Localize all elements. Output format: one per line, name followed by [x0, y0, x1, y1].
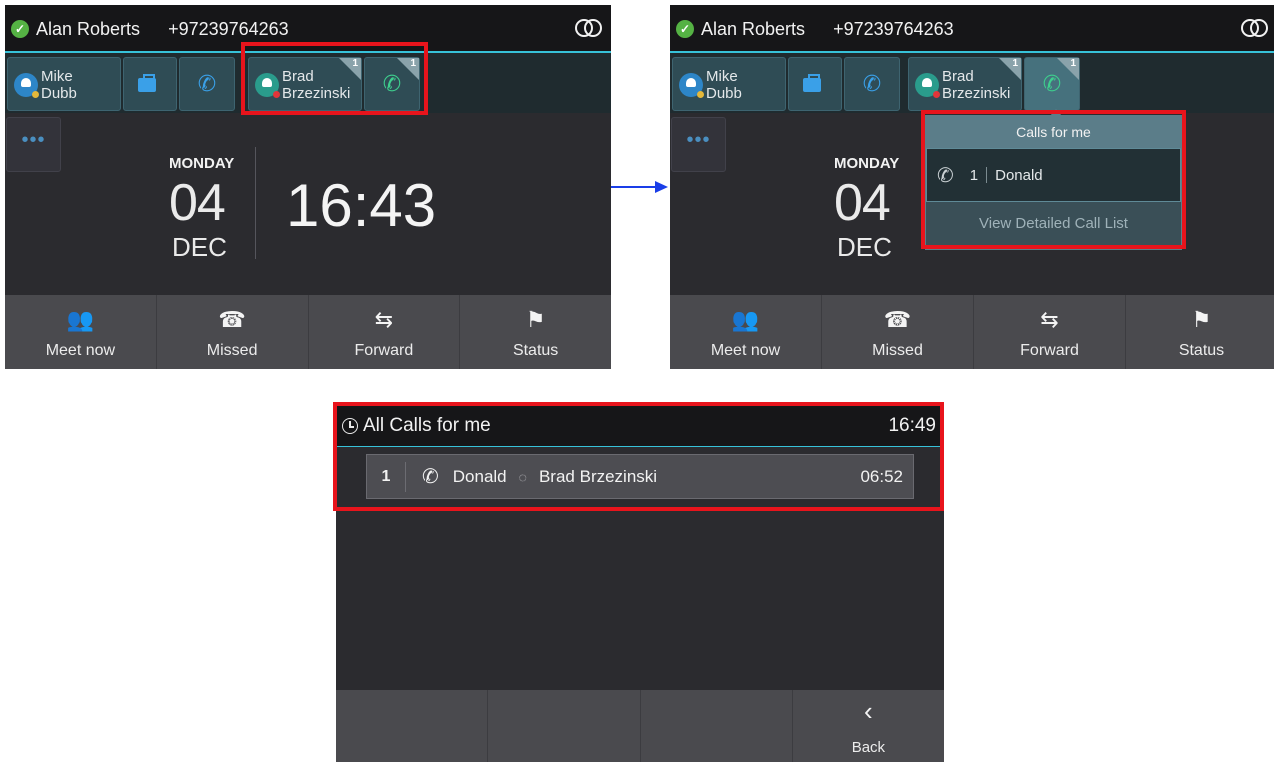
softkey-bar: ‹ Back	[336, 690, 944, 762]
softkey-missed[interactable]: ☎ Missed	[822, 295, 974, 369]
contact-tile-mike-dubb[interactable]: Mike Dubb	[672, 57, 786, 111]
softkey-back[interactable]: ‹ Back	[793, 690, 944, 762]
contact-tile-briefcase[interactable]	[788, 57, 842, 111]
more-button[interactable]: •••	[6, 117, 61, 172]
presence-away-icon	[32, 91, 39, 98]
missed-call-icon: ☎	[218, 307, 246, 332]
contact-tile-mike-dubb[interactable]: Mike Dubb	[7, 57, 121, 111]
clock-time: 16:43	[286, 172, 437, 239]
meet-now-icon: 👥	[66, 307, 95, 332]
contact-tile-brad-brzezinski[interactable]: Brad Brzezinski 1	[908, 57, 1022, 111]
missed-call-icon: ☎	[883, 307, 912, 332]
softkey-empty-3	[641, 690, 793, 762]
flag-icon: ⚑	[525, 307, 546, 332]
transition-arrowhead	[655, 181, 668, 193]
softkey-empty-1	[336, 690, 489, 762]
user-phone-number: +97239764263	[833, 18, 954, 39]
briefcase-icon	[803, 74, 821, 92]
user-name: Alan Roberts	[701, 18, 806, 39]
softkey-bar: 👥 Meet now ☎ Missed ⇆ Forward ⚑ Status	[5, 295, 611, 369]
clock-date: 04	[169, 174, 226, 232]
clock-date: 04	[834, 174, 891, 232]
contact-badge-count: 1	[1012, 58, 1018, 69]
status-bar: ✓ Alan Roberts +97239764263	[670, 5, 1274, 53]
contact-tile-call[interactable]: ✆	[179, 57, 235, 111]
link-rings-icon[interactable]	[575, 19, 603, 39]
flag-icon: ⚑	[1191, 307, 1212, 332]
presence-available-icon: ✓	[676, 20, 694, 38]
highlight-box-call-list	[333, 402, 944, 511]
meet-now-icon: 👥	[731, 307, 760, 332]
softkey-empty-2	[488, 690, 641, 762]
call-badge-count: 1	[1070, 58, 1076, 69]
presence-away-icon	[697, 91, 704, 98]
softkey-meet-now[interactable]: 👥 Meet now	[670, 295, 822, 369]
contact-tile-briefcase[interactable]	[123, 57, 177, 111]
forward-icon: ⇆	[374, 307, 394, 332]
chevron-left-icon: ‹	[864, 696, 873, 726]
clock-day: MONDAY	[834, 155, 900, 172]
clock-day: MONDAY	[169, 155, 235, 172]
highlight-box-calls-tile	[241, 42, 428, 115]
forward-icon: ⇆	[1040, 307, 1059, 332]
contact-name: Mike Dubb	[41, 68, 77, 102]
clock-divider	[255, 147, 256, 259]
more-button[interactable]: •••	[671, 117, 726, 172]
softkey-forward[interactable]: ⇆ Forward	[309, 295, 461, 369]
clock-month: DEC	[172, 232, 227, 262]
user-name: Alan Roberts	[36, 18, 141, 39]
softkey-status[interactable]: ⚑ Status	[1126, 295, 1274, 369]
link-rings-icon[interactable]	[1241, 19, 1269, 39]
softkey-bar: 👥 Meet now ☎ Missed ⇆ Forward ⚑ Status	[670, 295, 1274, 369]
clock-month: DEC	[837, 232, 892, 262]
phone-icon: ✆	[197, 71, 217, 96]
softkey-status[interactable]: ⚑ Status	[460, 295, 611, 369]
softkey-forward[interactable]: ⇆ Forward	[974, 295, 1126, 369]
softkey-meet-now[interactable]: 👥 Meet now	[5, 295, 157, 369]
briefcase-icon	[138, 74, 156, 92]
presence-available-icon: ✓	[11, 20, 29, 38]
contact-name: Mike Dubb	[706, 68, 742, 102]
highlight-box-popup	[921, 110, 1186, 249]
transition-arrow	[611, 186, 658, 188]
softkey-missed[interactable]: ☎ Missed	[157, 295, 309, 369]
phone-icon: ✆	[862, 71, 882, 96]
calls-for-me-tile[interactable]: ✆ 1	[1024, 57, 1080, 111]
contact-tile-call[interactable]: ✆	[844, 57, 900, 111]
user-phone-number: +97239764263	[168, 18, 289, 39]
contact-strip: Mike Dubb ✆ Brad Brzezinski 1 ✆ 1	[670, 51, 1274, 113]
presence-busy-icon	[933, 91, 940, 98]
